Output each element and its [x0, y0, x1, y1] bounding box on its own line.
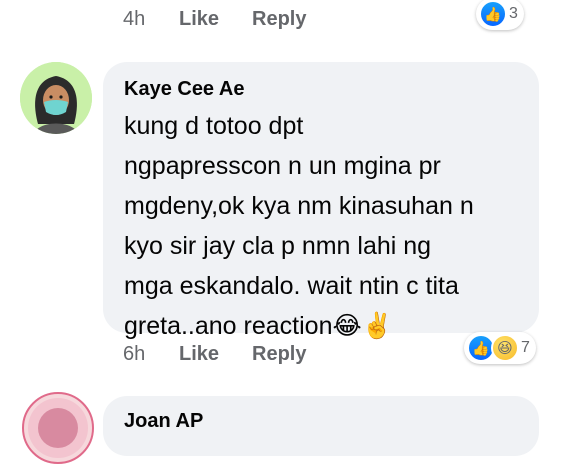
comment-bubble: Kaye Cee Ae kung d totoo dpt ngpapressco… — [103, 62, 539, 340]
comment-text: kung d totoo dpt ngpapresscon n un mgina… — [124, 106, 536, 346]
comment-author[interactable]: Kaye Cee Ae — [124, 78, 244, 101]
reaction-summary[interactable]: 👍 😆 7 — [464, 332, 536, 364]
avatar-illustration — [28, 398, 88, 458]
comment-time[interactable]: 6h — [123, 343, 145, 366]
reply-button[interactable]: Reply — [252, 8, 306, 31]
comment-bubble: Joan AP — [103, 396, 539, 456]
comment-body: kung d totoo dpt ngpapresscon n un mgina… — [124, 112, 474, 340]
avatar[interactable] — [20, 62, 92, 134]
like-button[interactable]: Like — [179, 8, 219, 31]
haha-icon: 😆 — [491, 334, 519, 362]
avatar-illustration — [20, 62, 92, 134]
peace-hand-emoji-icon: ✌️ — [361, 312, 393, 340]
reaction-count: 3 — [509, 5, 518, 22]
laughing-emoji-icon: 😂 — [332, 312, 362, 340]
avatar[interactable] — [22, 392, 94, 464]
reply-button[interactable]: Reply — [252, 343, 306, 366]
comment-time[interactable]: 4h — [123, 8, 145, 31]
like-icon: 👍 — [479, 0, 507, 28]
reaction-count: 7 — [521, 339, 530, 356]
comment-author[interactable]: Joan AP — [124, 410, 203, 433]
like-button[interactable]: Like — [179, 343, 219, 366]
reaction-summary[interactable]: 👍 3 — [476, 0, 524, 30]
